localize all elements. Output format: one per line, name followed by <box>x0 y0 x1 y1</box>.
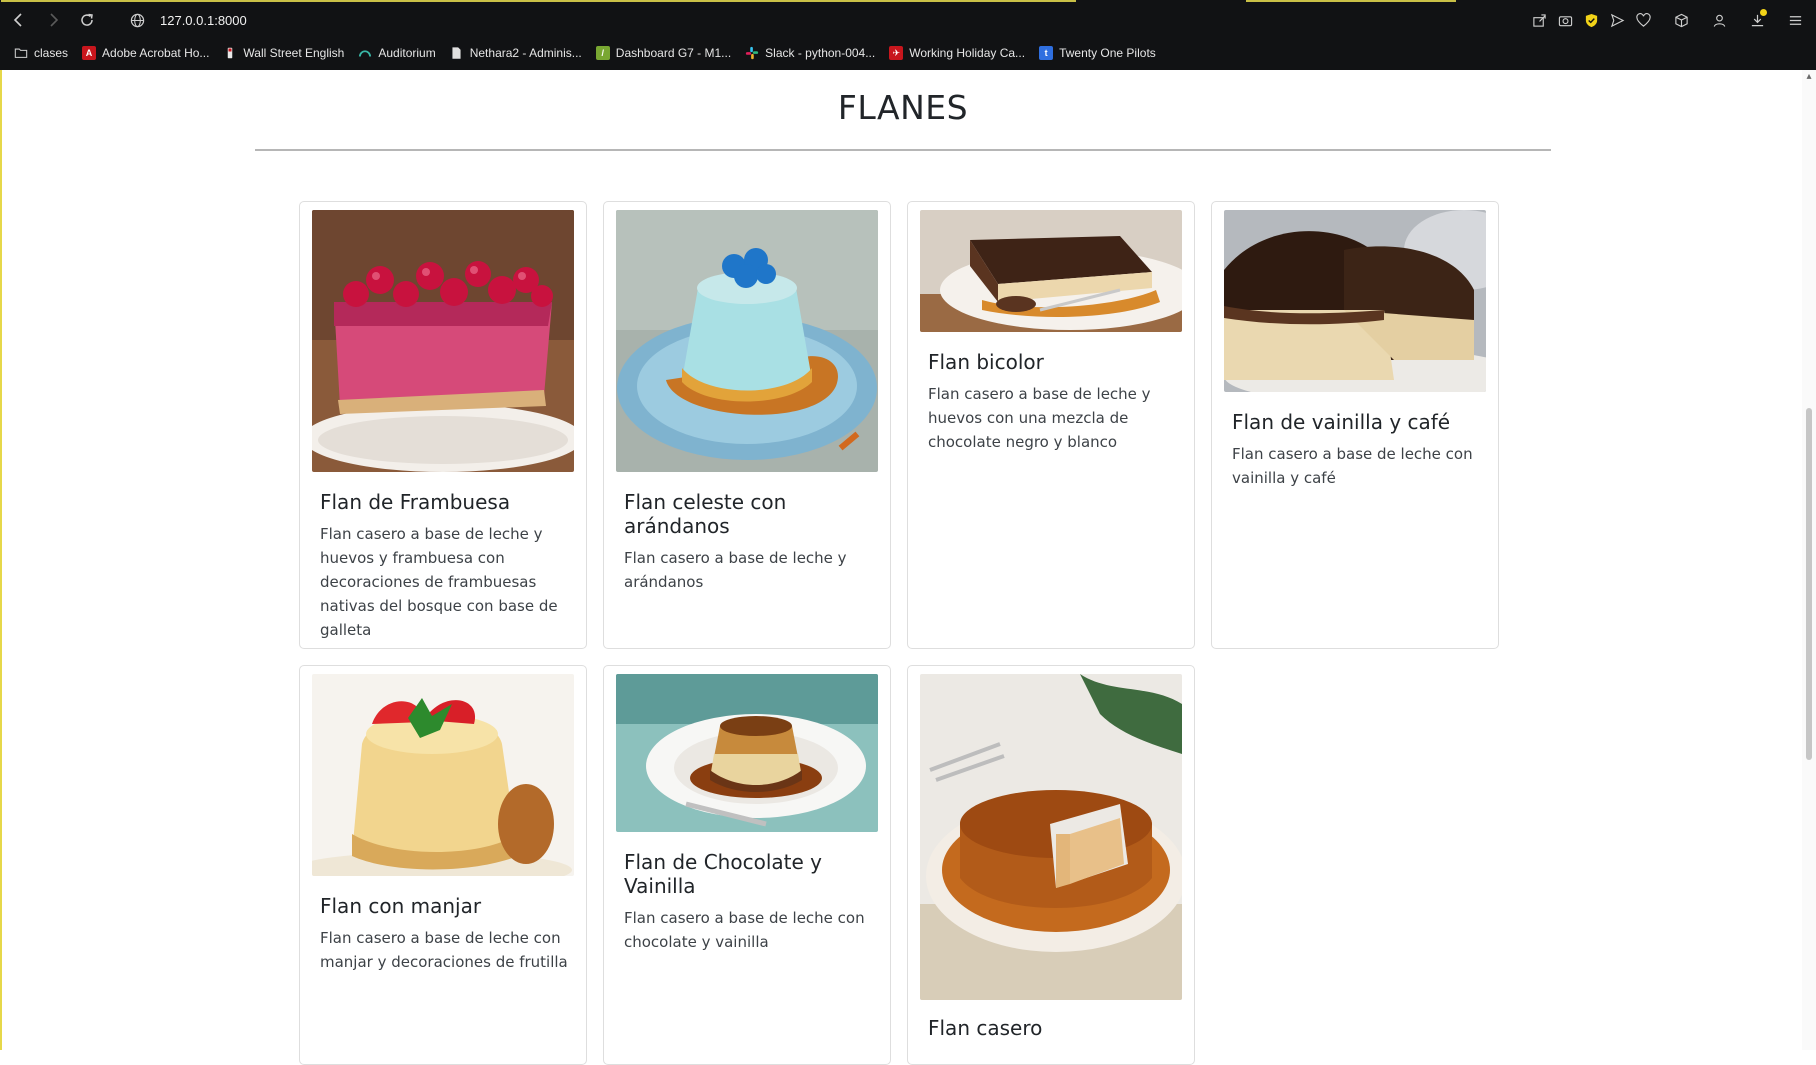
card-title: Flan casero <box>928 1016 1043 1040</box>
vertical-scrollbar[interactable]: ▴ <box>1802 70 1816 1050</box>
flan-vainilla-cafe-image <box>1224 210 1486 392</box>
toolbar-actions <box>1526 4 1808 36</box>
camera-icon[interactable] <box>1552 4 1578 36</box>
bookmark-clases[interactable]: clases <box>14 46 68 60</box>
chevron-right-icon <box>50 13 59 27</box>
product-card-bicolor[interactable]: Flan bicolor Flan casero a base de leche… <box>907 201 1195 649</box>
card-title: Flan de Chocolate y Vainilla <box>624 850 822 898</box>
flan-casero-image <box>920 674 1182 1000</box>
card-description: Flan casero a base de leche y arándanos <box>624 549 847 591</box>
page-title: FLANES <box>837 88 969 127</box>
wse-icon <box>223 46 237 60</box>
bookmark-twenty-one-pilots[interactable]: t Twenty One Pilots <box>1039 46 1156 60</box>
card-title: Flan de vainilla y café <box>1232 410 1451 434</box>
flan-celeste-image <box>616 210 878 472</box>
cube-icon[interactable] <box>1668 4 1694 36</box>
globe-icon[interactable] <box>126 9 148 31</box>
folder-icon <box>14 46 28 60</box>
back-button[interactable] <box>2 4 36 36</box>
bookmark-nethara[interactable]: Nethara2 - Adminis... <box>450 46 582 60</box>
page-content: ▴ FLANES Flan de Frambuesa Flan casero a… <box>0 70 1816 1065</box>
card-description: Flan casero a base de leche con vainilla… <box>1232 445 1473 487</box>
tumblr-icon: t <box>1039 46 1054 60</box>
slack-icon <box>745 46 759 60</box>
flan-frambuesa-image <box>312 210 574 472</box>
document-icon <box>450 46 464 60</box>
shield-icon[interactable] <box>1578 4 1604 36</box>
bookmark-dashboard[interactable]: / Dashboard G7 - M1... <box>595 46 731 60</box>
bookmark-slack[interactable]: Slack - python-004... <box>745 46 875 60</box>
notification-dot <box>1760 9 1767 16</box>
card-title: Flan de Frambuesa <box>320 490 511 514</box>
download-icon[interactable] <box>1744 4 1770 36</box>
product-card-chocolate-vainilla[interactable]: Flan de Chocolate y Vainilla Flan casero… <box>603 665 891 1065</box>
profile-icon[interactable] <box>1706 4 1732 36</box>
adobe-icon: A <box>82 46 97 60</box>
bookmark-wse[interactable]: Wall Street English <box>223 46 344 60</box>
bookmark-adobe[interactable]: A Adobe Acrobat Ho... <box>82 46 209 60</box>
share-icon[interactable] <box>1526 4 1552 36</box>
dashboard-icon: / <box>595 46 610 60</box>
card-description: Flan casero a base de leche y huevos y f… <box>320 525 558 639</box>
reload-button[interactable] <box>70 4 104 36</box>
loading-bar-segment <box>1246 0 1456 2</box>
card-description: Flan casero a base de leche con manjar y… <box>320 929 568 971</box>
send-icon[interactable] <box>1604 4 1630 36</box>
heart-icon[interactable] <box>1630 4 1656 36</box>
card-title: Flan celeste con arándanos <box>624 490 787 538</box>
product-card-manjar[interactable]: Flan con manjar Flan casero a base de le… <box>299 665 587 1065</box>
product-card-vainilla-cafe[interactable]: Flan de vainilla y café Flan casero a ba… <box>1211 201 1499 649</box>
product-card-frambuesa[interactable]: Flan de Frambuesa Flan casero a base de … <box>299 201 587 649</box>
product-card-celeste[interactable]: Flan celeste con arándanos Flan casero a… <box>603 201 891 649</box>
flan-chocolate-vainilla-image <box>616 674 878 832</box>
auditorium-icon <box>358 46 372 60</box>
card-description: Flan casero a base de leche con chocolat… <box>624 909 865 951</box>
address-bar[interactable]: 127.0.0.1:8000 <box>160 13 247 28</box>
browser-toolbar: 127.0.0.1:8000 <box>0 4 1816 36</box>
title-divider <box>255 149 1551 151</box>
product-card-casero[interactable]: Flan casero <box>907 665 1195 1065</box>
scrollbar-thumb[interactable] <box>1806 408 1812 760</box>
chevron-left-icon <box>13 13 22 27</box>
scroll-up-icon[interactable]: ▴ <box>1804 72 1814 82</box>
menu-icon[interactable] <box>1782 4 1808 36</box>
card-title: Flan bicolor <box>928 350 1044 374</box>
forward-button[interactable] <box>36 4 70 36</box>
flan-manjar-image <box>312 674 574 876</box>
browser-chrome: 127.0.0.1:8000 clases A Adobe Acrobat Ho… <box>0 0 1816 70</box>
bookmark-auditorium[interactable]: Auditorium <box>358 46 436 60</box>
working-holiday-icon: ✈ <box>889 46 904 60</box>
reload-icon <box>81 13 93 26</box>
bookmark-working-holiday[interactable]: ✈ Working Holiday Ca... <box>889 46 1025 60</box>
card-title: Flan con manjar <box>320 894 482 918</box>
bookmarks-bar: clases A Adobe Acrobat Ho... Wall Street… <box>14 42 1156 64</box>
flan-bicolor-image <box>920 210 1182 332</box>
card-description: Flan casero a base de leche y huevos con… <box>928 385 1151 451</box>
loading-bar <box>1 0 1076 2</box>
